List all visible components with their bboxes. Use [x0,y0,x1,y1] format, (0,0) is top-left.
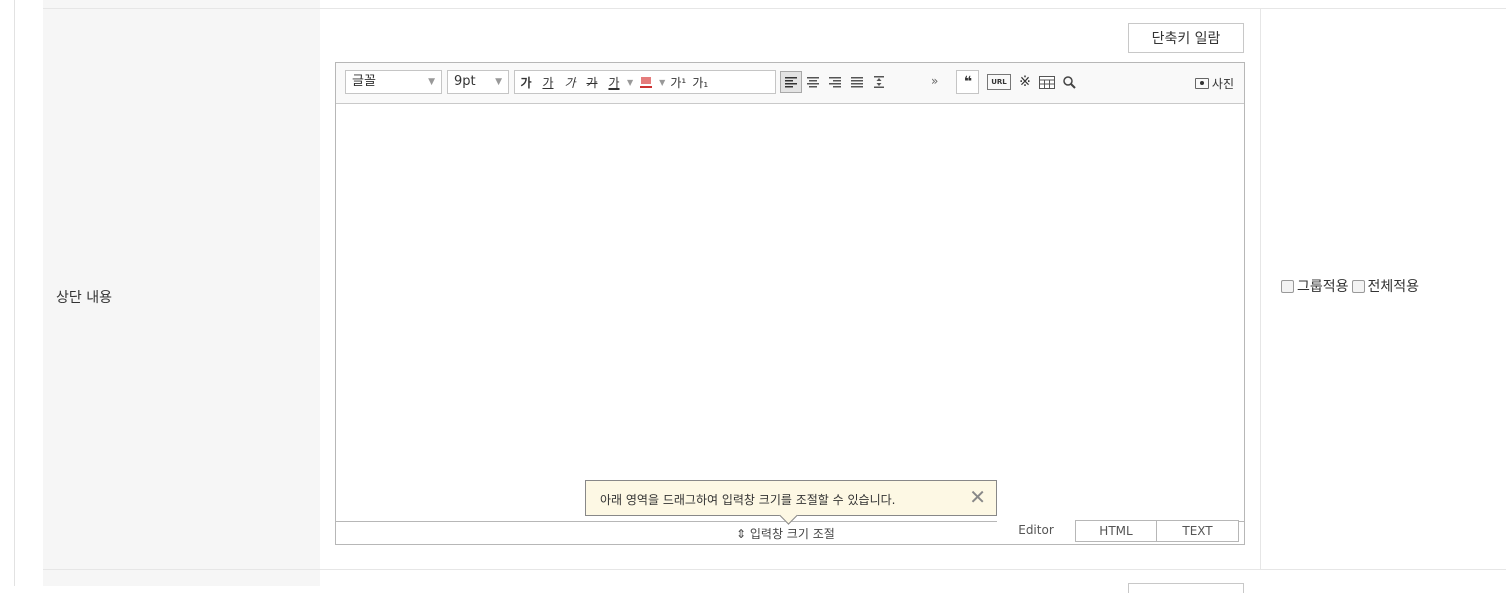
shortcut-list-button[interactable]: 단축키 일람 [1128,23,1244,53]
special-char-button[interactable]: ※ [1014,71,1036,93]
tab-editor[interactable]: Editor [997,520,1075,542]
align-right-button[interactable] [824,71,846,93]
underline-button[interactable]: 가 [537,71,559,93]
search-button[interactable] [1058,71,1080,93]
close-icon[interactable]: ✕ [969,485,986,509]
search-icon [1063,76,1076,89]
italic-button[interactable]: 가 [559,71,581,93]
font-color-button[interactable]: 가 [603,71,625,93]
rich-text-editor: 글꼴 ▼ 9pt ▼ 가 가 가 가 가 ▼ ▼ 가¹ 가₁ » ❝ URL ※… [335,62,1245,545]
table-button[interactable] [1036,71,1058,93]
editor-toolbar: 글꼴 ▼ 9pt ▼ 가 가 가 가 가 ▼ ▼ 가¹ 가₁ » ❝ URL ※… [336,63,1244,104]
align-justify-icon [851,77,863,88]
group-apply-label: 그룹적용 [1297,279,1349,295]
font-family-value: 글꼴 [352,74,376,89]
apply-options: 그룹적용 전체적용 [1281,276,1419,296]
align-center-button[interactable] [802,71,824,93]
highlighter-icon [640,77,653,88]
align-center-icon [807,77,819,88]
editor-mode-tabs: Editor HTML TEXT [997,520,1239,542]
all-apply-label: 전체적용 [1367,279,1420,295]
next-row-button[interactable] [1128,583,1244,593]
superscript-button[interactable]: 가¹ [667,71,689,93]
insert-group: URL ※ [984,70,1116,94]
tab-text[interactable]: TEXT [1157,520,1239,542]
row-label: 상단 내용 [56,290,112,306]
table-icon [1039,75,1055,89]
align-group [780,70,924,94]
editor-content-area[interactable] [336,104,1244,520]
camera-icon [1194,78,1209,89]
all-apply-checkbox[interactable] [1351,279,1365,293]
font-family-select[interactable]: 글꼴 ▼ [345,70,442,94]
photo-label: 사진 [1211,77,1234,91]
tab-html[interactable]: HTML [1075,520,1157,542]
strikethrough-button[interactable]: 가 [581,71,603,93]
font-size-value: 9pt [454,74,476,89]
insert-photo-button[interactable]: 사진 [1194,75,1234,92]
line-height-button[interactable] [868,71,890,93]
prev-row [43,0,1506,9]
resize-label[interactable]: ⇕ 입력창 크기 조절 [736,525,835,542]
chevron-down-icon: ▼ [428,77,435,87]
url-button[interactable]: URL [987,74,1011,90]
group-apply-checkbox[interactable] [1281,279,1294,293]
chevron-down-icon[interactable]: ▼ [625,78,635,87]
chevron-down-icon: ▼ [495,77,502,87]
highlight-color-button[interactable] [635,71,657,93]
resize-tooltip: 아래 영역을 드래그하여 입력창 크기를 조절할 수 있습니다. ✕ [585,480,997,525]
line-height-icon [874,76,884,88]
font-size-select[interactable]: 9pt ▼ [447,70,509,94]
align-right-icon [829,77,841,88]
next-row-label-cell [43,570,320,586]
more-tools-button[interactable]: » [931,74,938,88]
bold-button[interactable]: 가 [515,71,537,93]
subscript-button[interactable]: 가₁ [689,71,711,93]
quote-button[interactable]: ❝ [957,71,979,93]
chevron-down-icon[interactable]: ▼ [657,78,667,87]
page-left-border [14,0,15,586]
align-left-button[interactable] [780,71,802,93]
text-style-group: 가 가 가 가 가 ▼ ▼ 가¹ 가₁ [514,70,776,94]
quote-group: ❝ [956,70,979,94]
align-left-icon [785,77,797,88]
tooltip-text: 아래 영역을 드래그하여 입력창 크기를 조절할 수 있습니다. [600,493,896,507]
align-justify-button[interactable] [846,71,868,93]
row-label-cell: 상단 내용 [43,9,320,570]
